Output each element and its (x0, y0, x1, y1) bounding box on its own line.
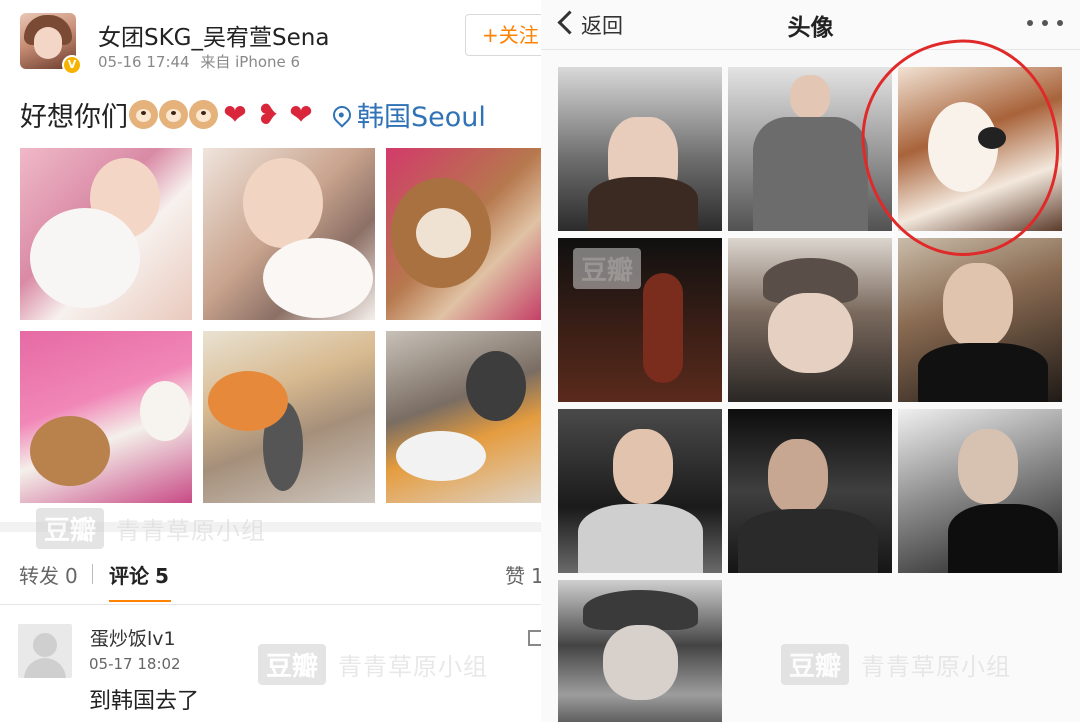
post-photo[interactable] (20, 331, 192, 503)
avatar-photo[interactable] (728, 409, 892, 573)
stats-divider (0, 604, 541, 605)
repost-label: 转发 (19, 564, 59, 588)
broken-heart-icon: ❥ (256, 98, 280, 131)
post-source: 来自 iPhone 6 (200, 53, 301, 71)
photo-shape (768, 439, 828, 514)
watermark: 豆瓣 青青草原小组 (781, 644, 1011, 685)
photo-shape (643, 273, 683, 383)
photo-shape (588, 177, 698, 231)
photo-shape (613, 429, 673, 504)
location-link[interactable]: 韩国Seoul (329, 95, 486, 134)
like-tab[interactable]: 赞1 (505, 560, 541, 589)
photo-shape (958, 429, 1018, 504)
stats-separator (92, 564, 93, 584)
dog-face-icon (189, 100, 218, 129)
post-photo[interactable] (386, 148, 541, 320)
photo-shape (396, 431, 486, 481)
repost-tab[interactable]: 转发 0 (19, 560, 78, 589)
photo-shape (243, 158, 323, 248)
watermark: 豆瓣 青青草原小组 (258, 644, 488, 685)
watermark-badge: 豆瓣 (781, 644, 850, 685)
like-count: 1 (531, 564, 541, 588)
avatar-photo[interactable] (728, 238, 892, 402)
comment-time: 05-17 18:02 (89, 655, 181, 673)
avatar-photo[interactable] (558, 67, 722, 231)
photo-shape (30, 416, 110, 486)
heart-icon: ❤ (289, 98, 313, 131)
post-text: 好想你们 (20, 102, 128, 133)
photo-shape (466, 351, 526, 421)
more-options-icon[interactable] (1027, 20, 1063, 28)
photo-shape (943, 263, 1013, 348)
dog-face-icon (129, 100, 158, 129)
watermark-text: 青青草原小组 (338, 653, 489, 681)
commenter-avatar[interactable] (18, 624, 72, 678)
repost-count: 0 (65, 564, 78, 588)
photo-shape (768, 293, 853, 373)
verified-badge-icon: V (62, 55, 82, 75)
post-photo[interactable] (20, 148, 192, 320)
watermark-text: 青青草原小组 (861, 653, 1012, 681)
photo-shape (578, 504, 703, 573)
heart-icon: ❤ (223, 98, 247, 131)
photo-shape (603, 625, 678, 700)
post-photo[interactable] (203, 148, 375, 320)
avatar-photo[interactable] (558, 409, 722, 573)
photo-shape (583, 590, 698, 630)
follow-button[interactable]: +关注 (465, 14, 541, 56)
comment-count: 5 (155, 564, 169, 588)
avatar-placeholder-body (24, 658, 66, 678)
photo-shape (948, 504, 1058, 573)
page-title: 头像 (787, 15, 834, 41)
avatar-photo[interactable] (898, 409, 1062, 573)
photo-shape (753, 117, 868, 231)
username[interactable]: 女团SKG_吴宥萱Sena (98, 18, 329, 52)
watermark-badge: 豆瓣 (258, 644, 327, 685)
photo-shape (738, 509, 878, 573)
photo-shape (263, 238, 373, 318)
photo-shape (918, 343, 1048, 402)
post-date: 05-16 17:44 (98, 53, 190, 71)
comment-author[interactable]: 蛋炒饭lv1 (90, 624, 176, 651)
photo-shape (30, 208, 140, 308)
post-body: 好想你们 ❤ ❥ ❤ 韩国Seoul (20, 95, 486, 134)
location-pin-icon (329, 101, 355, 128)
avatar-photo[interactable] (558, 580, 722, 722)
photo-shape (140, 381, 190, 441)
dog-face-icon (159, 100, 188, 129)
weibo-post-panel: V 女团SKG_吴宥萱Sena 05-16 17:44 来自 iPhone 6 … (0, 0, 541, 722)
avatar-photo[interactable] (898, 238, 1062, 402)
comment-label: 评论 (109, 564, 149, 588)
active-tab-indicator (109, 600, 171, 602)
photo-shape (208, 371, 288, 431)
avatar-placeholder-head (33, 633, 57, 657)
avatar-photo[interactable] (558, 238, 722, 402)
avatar-face (34, 27, 62, 59)
like-label: 赞 (505, 564, 525, 588)
highlight-annotation-circle (848, 27, 1074, 269)
comment-text: 到韩国去了 (89, 689, 200, 714)
comment-tab[interactable]: 评论 5 (109, 560, 169, 589)
photo-shape (790, 75, 830, 119)
post-meta: 05-16 17:44 来自 iPhone 6 (98, 51, 300, 72)
avatar-album-panel: 返回 头像 豆瓣 豆瓣 青青草原小组 (541, 0, 1080, 722)
post-photo[interactable] (386, 331, 541, 503)
post-stats-bar: 转发 0 评论 5 赞1 (0, 542, 541, 602)
photo-shape (416, 208, 471, 258)
location-text: 韩国Seoul (357, 102, 486, 133)
nav-bar: 返回 头像 (541, 0, 1080, 50)
comment-like-icon[interactable] (528, 630, 541, 646)
section-divider (0, 522, 541, 532)
post-photo[interactable] (203, 331, 375, 503)
